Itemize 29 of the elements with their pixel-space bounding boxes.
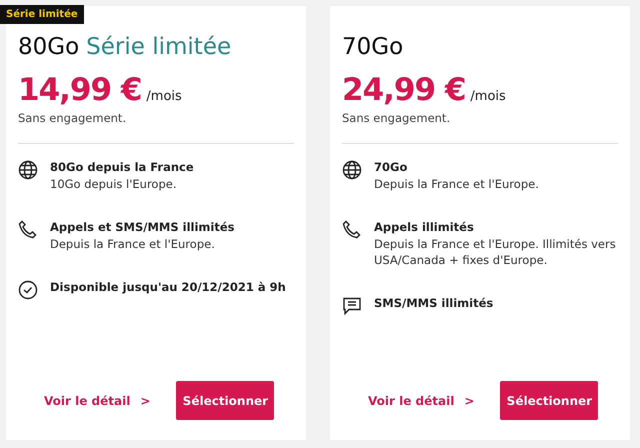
plan-title: 70Go bbox=[342, 34, 404, 60]
feature-title: 70Go bbox=[374, 160, 408, 174]
phone-icon bbox=[18, 220, 38, 240]
commitment-text: Sans engagement. bbox=[18, 111, 128, 125]
price-period: /mois bbox=[470, 89, 506, 104]
feature-title: Appels illimités bbox=[374, 220, 475, 234]
feature-detail: Depuis la France et l'Europe. bbox=[50, 236, 216, 252]
price: 24,99 € bbox=[342, 72, 466, 108]
globe-icon bbox=[342, 160, 362, 180]
feature-title: SMS/MMS illimités bbox=[374, 296, 494, 310]
limited-badge: Série limitée bbox=[0, 5, 84, 24]
commitment-text: Sans engagement. bbox=[342, 111, 452, 125]
message-icon bbox=[342, 296, 362, 316]
feature-title: Disponible jusqu'au 20/12/2021 à 9h bbox=[50, 280, 286, 294]
plan-subtitle: Série limitée bbox=[86, 34, 232, 60]
globe-icon bbox=[18, 160, 38, 180]
feature-title: 80Go depuis la France bbox=[50, 160, 194, 174]
price: 14,99 € bbox=[18, 72, 142, 108]
price-period: /mois bbox=[146, 89, 182, 104]
select-button[interactable]: Sélectionner bbox=[500, 381, 598, 420]
details-link[interactable]: Voir le détail > bbox=[368, 394, 474, 408]
feature-detail: Depuis la France et l'Europe. bbox=[374, 176, 539, 192]
feature-detail: 10Go depuis l'Europe. bbox=[50, 176, 178, 192]
feature-title: Appels et SMS/MMS illimités bbox=[50, 220, 234, 234]
feature-detail: Depuis la France et l'Europe. Illimités vers USA/Canada + fixes d'Europe. bbox=[374, 236, 617, 268]
plan-title: 80Go bbox=[18, 34, 80, 60]
select-button[interactable]: Sélectionner bbox=[176, 381, 274, 420]
details-link[interactable]: Voir le détail > bbox=[44, 394, 150, 408]
phone-icon bbox=[342, 220, 362, 240]
